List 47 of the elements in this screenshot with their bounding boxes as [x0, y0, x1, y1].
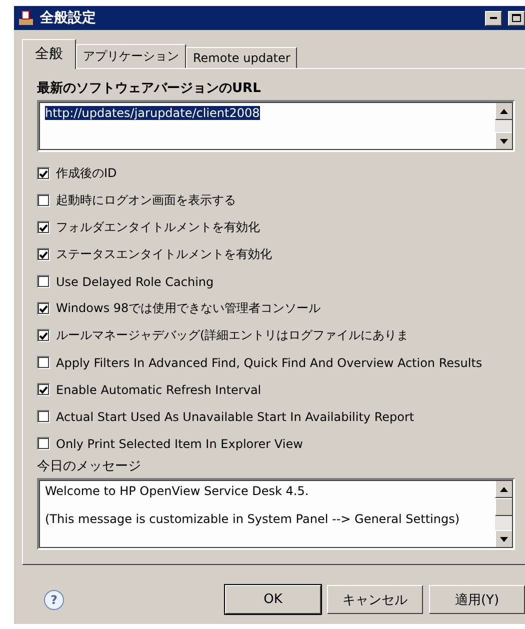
checkbox-label: Only Print Selected Item In Explorer View	[56, 436, 303, 450]
checkbox[interactable]	[37, 194, 50, 207]
message-text: Welcome to HP OpenView Service Desk 4.5.	[45, 484, 310, 498]
minimize-icon	[490, 17, 497, 19]
scroll-up-icon	[500, 486, 508, 492]
checkbox[interactable]	[37, 302, 50, 315]
maximize-icon	[512, 14, 521, 22]
checkbox-label: Actual Start Used As Unavailable Start In Availability Report	[56, 410, 414, 424]
tab[interactable]: 全般	[22, 39, 76, 69]
message-text: (This message is customizable in System Panel --> General Settings)	[45, 512, 461, 526]
checkbox[interactable]	[37, 167, 50, 180]
field-label: 最新のソフトウェアバージョンのURL	[37, 80, 262, 97]
checkbox-label: ルールマネージャデバッグ(詳細エントリはログファイルにありま	[56, 327, 409, 344]
checkbox-label: Use Delayed Role Caching	[56, 274, 214, 288]
checkbox[interactable]	[37, 248, 50, 261]
checkbox-label: 起動時にログオン画面を表示する	[56, 192, 236, 209]
scrollbar[interactable]	[495, 480, 513, 548]
checkbox[interactable]	[37, 410, 50, 423]
checkbox-label: Windows 98では使用できない管理者コンソール	[56, 300, 321, 317]
checkbox[interactable]	[37, 221, 50, 234]
maximize-button[interactable]	[508, 10, 525, 26]
scroll-up-icon	[500, 108, 508, 114]
minimize-button[interactable]	[485, 10, 502, 26]
checkbox[interactable]	[37, 275, 50, 288]
dialog-button[interactable]: 適用(Y)	[429, 585, 525, 614]
checkbox-label: Enable Automatic Refresh Interval	[56, 382, 262, 396]
window-title: 全般設定	[40, 9, 97, 27]
checkbox[interactable]	[37, 329, 50, 342]
url-field[interactable]: http://updates/jarupdate/client2008	[37, 100, 515, 152]
checkbox[interactable]	[37, 356, 50, 369]
tray-icon	[18, 10, 34, 26]
tab[interactable]: Remote updater	[186, 47, 298, 68]
scrollbar[interactable]	[495, 102, 513, 150]
checkbox-label: 作成後のID	[56, 165, 117, 182]
dialog-button[interactable]: キャンセル	[327, 585, 423, 614]
checkbox[interactable]	[37, 383, 50, 396]
help-icon[interactable]: ?	[44, 590, 64, 610]
message-field[interactable]: Welcome to HP OpenView Service Desk 4.5. (This message is customizable in System Panel --> General Settings)	[37, 478, 515, 550]
scroll-down-icon	[500, 138, 508, 144]
field-label: 今日のメッセージ	[37, 458, 142, 475]
dialog-button[interactable]: OK	[225, 585, 321, 614]
checkbox-label: Apply Filters In Advanced Find, Quick Find And Overview Action Results	[56, 356, 482, 370]
tab[interactable]: アプリケーション	[76, 44, 186, 68]
checkbox[interactable]	[37, 437, 50, 450]
scroll-down-icon	[500, 536, 508, 542]
checkbox-label: フォルダエンタイトルメントを有効化	[56, 219, 260, 236]
checkbox-label: ステータスエンタイトルメントを有効化	[56, 246, 272, 263]
